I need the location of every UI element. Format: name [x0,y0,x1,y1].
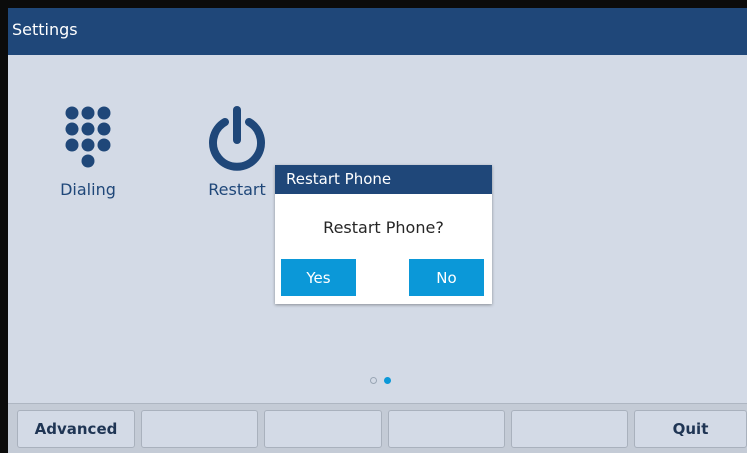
title-bar: Settings [8,8,747,55]
softkey-advanced[interactable]: Advanced [17,410,135,448]
no-button[interactable]: No [409,259,484,296]
softkey-5[interactable] [511,410,628,448]
softkey-2[interactable] [141,410,258,448]
app-dialing-label: Dialing [60,180,116,199]
yes-button[interactable]: Yes [281,259,356,296]
dialog-title: Restart Phone [286,170,392,188]
keypad-icon [65,106,111,168]
app-dialing[interactable]: Dialing [33,104,143,200]
softkey-3[interactable] [264,410,382,448]
softkey-4[interactable] [388,410,505,448]
dialog-title-bar: Restart Phone [275,165,492,194]
page-dot-1 [370,377,377,384]
softkey-bar: Advanced Quit [8,403,747,453]
power-icon [209,106,265,171]
page-dot-2-active [384,377,391,384]
dialog-message: Restart Phone? [323,218,444,237]
restart-dialog: Restart Phone Restart Phone? Yes No [275,165,492,304]
phone-screen: Settings Dialing Restart Restart Phone R… [8,8,747,453]
page-title: Settings [12,20,78,39]
softkey-quit[interactable]: Quit [634,410,747,448]
